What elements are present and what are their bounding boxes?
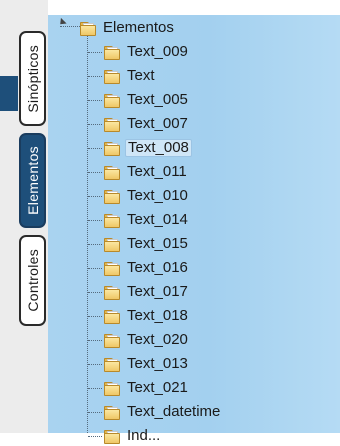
- tree-item[interactable]: Text_005: [104, 90, 190, 110]
- tree-item-label: Ind...: [127, 427, 161, 444]
- tree-connector: [88, 364, 102, 365]
- tree-connector: [88, 268, 102, 269]
- folder-icon: [104, 189, 120, 204]
- tree-item[interactable]: Text_016: [104, 258, 190, 278]
- tree-connector: [88, 292, 102, 293]
- folder-icon: [104, 45, 120, 60]
- tree-connector: [88, 172, 102, 173]
- tree-item[interactable]: Ind...: [104, 426, 162, 446]
- tree-item-label: Text_015: [127, 235, 188, 252]
- tree-item[interactable]: Text_008: [104, 138, 192, 158]
- tree-connector: [88, 220, 102, 221]
- tree-item-label: Text_datetime: [127, 403, 221, 420]
- tree-item[interactable]: Text_014: [104, 210, 190, 230]
- folder-icon: [104, 117, 120, 132]
- tree-item-label: Text_009: [127, 43, 188, 60]
- tree-item-label: Text_013: [127, 355, 188, 372]
- tree-item-label: Text_018: [127, 307, 188, 324]
- tree-root-label: Elementos: [103, 19, 174, 36]
- tree-connector: [88, 148, 102, 149]
- tree-connector: [88, 340, 102, 341]
- folder-icon: [104, 261, 120, 276]
- tree-item[interactable]: Text_020: [104, 330, 190, 350]
- tree-item-label: Text_008: [125, 139, 192, 157]
- folder-icon: [104, 429, 120, 444]
- tree-connector: [88, 316, 102, 317]
- tree-connector: [88, 244, 102, 245]
- tree-item-label: Text: [127, 67, 155, 84]
- tree-item-label: Text_010: [127, 187, 188, 204]
- folder-icon: [104, 285, 120, 300]
- tree-root[interactable]: Elementos: [80, 18, 176, 38]
- tree-item[interactable]: Text_021: [104, 378, 190, 398]
- folder-icon: [104, 165, 120, 180]
- tree-item-label: Text_021: [127, 379, 188, 396]
- tree-item-label: Text_005: [127, 91, 188, 108]
- tree-connector: [88, 412, 102, 413]
- folder-icon: [104, 237, 120, 252]
- folder-icon: [104, 357, 120, 372]
- tree-item-label: Text_016: [127, 259, 188, 276]
- tree-item-label: Text_007: [127, 115, 188, 132]
- folder-icon: [104, 213, 120, 228]
- tree-connector: [88, 124, 102, 125]
- tree-item-label: Text_011: [127, 163, 187, 180]
- tree-connector: [88, 196, 102, 197]
- tree-item-label: Text_014: [127, 211, 188, 228]
- folder-icon: [104, 93, 120, 108]
- tree-item[interactable]: Text_015: [104, 234, 190, 254]
- tree-item[interactable]: Text_018: [104, 306, 190, 326]
- tree-item[interactable]: Text_010: [104, 186, 190, 206]
- tree-item[interactable]: Text_011: [104, 162, 189, 182]
- folder-icon: [104, 381, 120, 396]
- folder-icon: [104, 69, 120, 84]
- folder-icon: [104, 333, 120, 348]
- tree-item-label: Text_017: [127, 283, 188, 300]
- tree-connector: [88, 52, 102, 53]
- tree-item[interactable]: Text: [104, 66, 157, 86]
- tree-connector: [88, 388, 102, 389]
- tree-trunk-line: [87, 36, 88, 433]
- tree-item[interactable]: Text_009: [104, 42, 190, 62]
- tree-connector: [88, 76, 102, 77]
- tree-item[interactable]: Text_017: [104, 282, 190, 302]
- folder-icon: [104, 309, 120, 324]
- folder-icon: [104, 405, 120, 420]
- tree-item[interactable]: Text_007: [104, 114, 190, 134]
- folder-icon: [80, 21, 96, 36]
- tree-item[interactable]: Text_013: [104, 354, 190, 374]
- tree-item-label: Text_020: [127, 331, 188, 348]
- tree-item[interactable]: Text_datetime: [104, 402, 222, 422]
- folder-icon: [104, 141, 120, 156]
- element-tree: Elementos Text_009 Text Text_005 Text_007 Te…: [0, 0, 340, 444]
- tree-connector: [88, 436, 102, 437]
- tree-connector: [88, 100, 102, 101]
